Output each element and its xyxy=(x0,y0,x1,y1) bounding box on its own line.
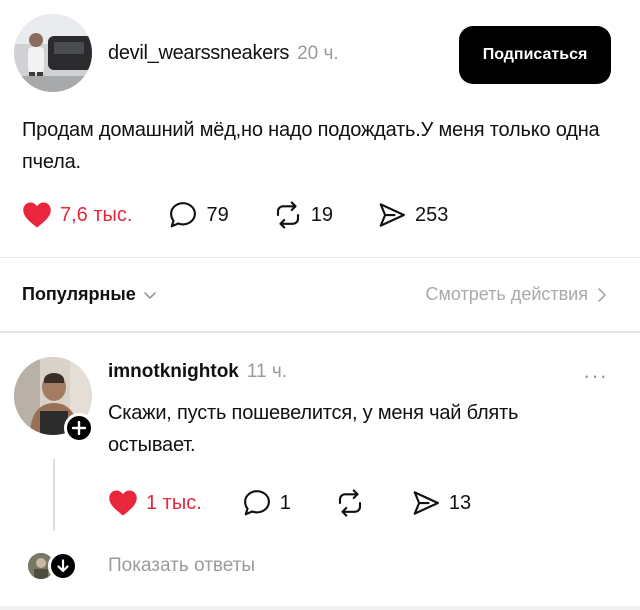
post-username[interactable]: devil_wearssneakers xyxy=(108,42,289,65)
comment-repost-button[interactable] xyxy=(335,488,365,518)
plus-icon xyxy=(72,421,86,435)
share-button[interactable]: 253 xyxy=(377,200,448,230)
comment: imnotknightok 11 ч. ··· Скажи, пусть пош… xyxy=(0,333,640,610)
comment-time: 11 ч. xyxy=(246,361,288,382)
subscribe-button[interactable]: Подписаться xyxy=(459,26,611,84)
chevron-down-icon xyxy=(143,291,156,299)
post-text: Продам домашний мёд,но надо подождать.У … xyxy=(22,119,600,173)
comment-bubble-icon xyxy=(170,202,197,228)
comment-header: imnotknightok 11 ч. xyxy=(108,361,287,383)
comment-share-count: 13 xyxy=(448,491,472,514)
like-button[interactable]: 7,6 тыс. xyxy=(22,201,132,229)
follow-plus-button[interactable] xyxy=(64,413,94,443)
comment-count: 79 xyxy=(206,203,229,226)
comment-bubble-icon xyxy=(243,490,270,516)
heart-filled-icon xyxy=(23,202,51,228)
share-count: 253 xyxy=(414,203,449,226)
sort-label: Популярные xyxy=(22,284,136,304)
repost-icon xyxy=(276,201,299,229)
post-header: devil_wearssneakers 20 ч. xyxy=(108,42,339,65)
avatar-photo xyxy=(14,14,92,92)
expand-replies-button[interactable] xyxy=(48,551,78,581)
chevron-right-icon xyxy=(598,287,606,302)
comment-like-count: 1 тыс. xyxy=(146,491,202,514)
heart-filled-icon xyxy=(109,490,137,516)
post-actions: 7,6 тыс. 79 19 253 xyxy=(22,198,448,232)
share-arrow-icon xyxy=(379,203,405,227)
comment-reply-button[interactable]: 1 xyxy=(242,488,291,518)
view-activity-link[interactable]: Смотреть действия xyxy=(426,284,608,305)
show-replies-row[interactable]: Показать ответы xyxy=(0,546,640,586)
comment-actions: 1 тыс. 1 13 xyxy=(108,486,471,520)
comment-text: Скажи, пусть пошевелится, у меня чай бля… xyxy=(108,402,519,456)
comment-reply-count: 1 xyxy=(279,491,291,514)
like-count: 7,6 тыс. xyxy=(60,203,133,226)
comment-share-button[interactable]: 13 xyxy=(411,488,471,518)
share-arrow-icon xyxy=(413,491,439,515)
sort-bar: Популярные Смотреть действия xyxy=(0,258,640,332)
repost-icon xyxy=(338,489,361,517)
author-avatar[interactable] xyxy=(14,14,92,92)
thread-line xyxy=(53,459,55,531)
comment-button[interactable]: 79 xyxy=(168,200,229,230)
comment-like-button[interactable]: 1 тыс. xyxy=(108,489,202,517)
more-options-icon[interactable]: ··· xyxy=(583,363,608,389)
sort-dropdown[interactable]: Популярные xyxy=(22,284,158,305)
repost-button[interactable]: 19 xyxy=(273,200,333,230)
show-replies-label[interactable]: Показать ответы xyxy=(108,555,255,577)
post: devil_wearssneakers 20 ч. Подписаться Пр… xyxy=(0,0,640,258)
arrow-down-icon xyxy=(57,559,69,573)
post-time: 20 ч. xyxy=(297,43,339,64)
bottom-divider xyxy=(0,606,640,610)
view-activity-label: Смотреть действия xyxy=(425,284,588,304)
comment-username[interactable]: imnotknightok xyxy=(108,361,239,383)
repost-count: 19 xyxy=(310,203,333,226)
